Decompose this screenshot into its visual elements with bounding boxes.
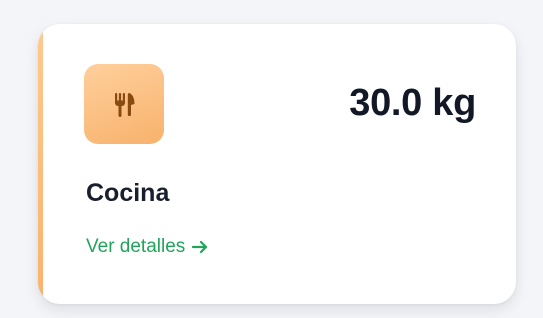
icon-tile xyxy=(84,64,164,144)
weight-value: 30.0 kg xyxy=(349,82,476,124)
category-title: Cocina xyxy=(86,179,170,207)
view-details-link[interactable]: Ver detalles xyxy=(86,236,209,258)
arrow-right-icon xyxy=(192,240,208,254)
utensils-icon xyxy=(115,93,135,117)
category-card[interactable]: 30.0 kg Cocina Ver detalles xyxy=(38,24,516,304)
view-details-label: Ver detalles xyxy=(86,236,186,257)
card-accent-bar xyxy=(38,24,43,304)
page-background: 30.0 kg Cocina Ver detalles xyxy=(0,0,543,318)
